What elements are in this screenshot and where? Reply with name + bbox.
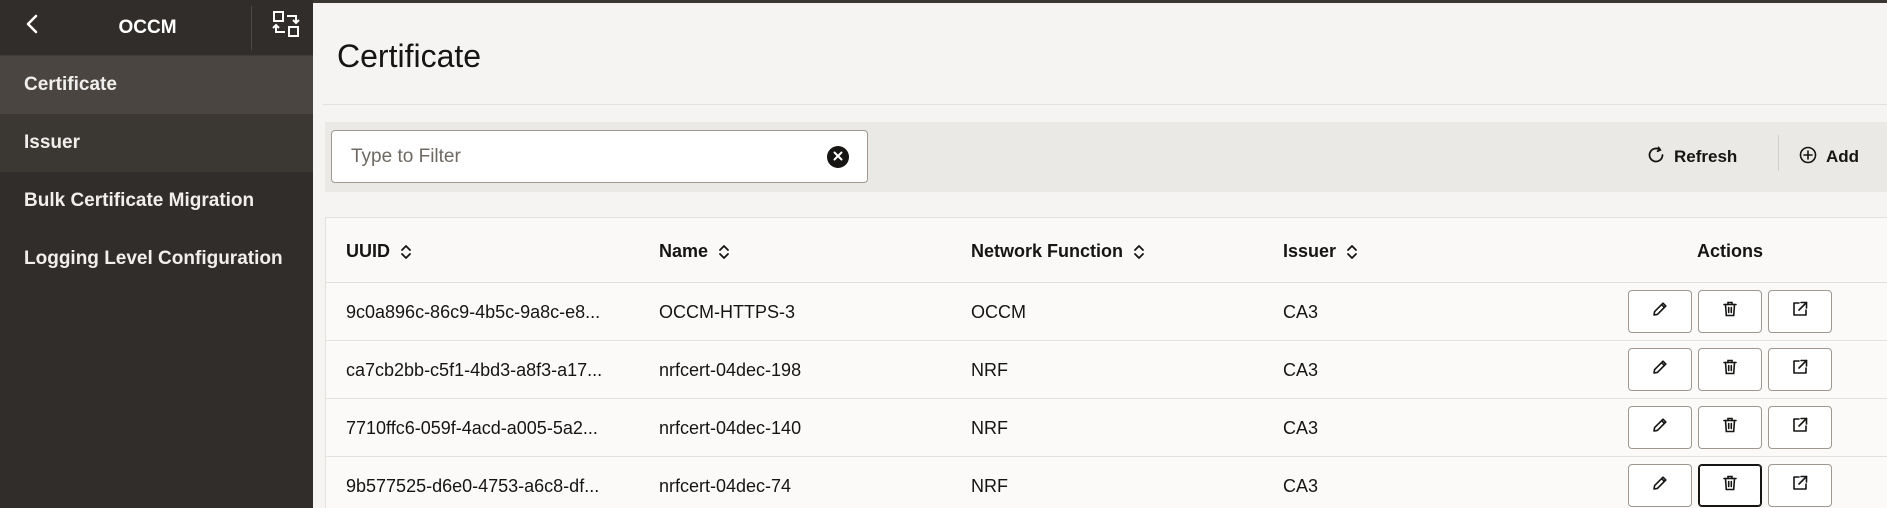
column-header-label: Network Function — [971, 241, 1123, 261]
sidebar-item-label: Logging Level Configuration — [24, 248, 283, 269]
cell-issuer: CA3 — [1283, 418, 1319, 438]
sort-icon — [1133, 243, 1145, 261]
toolbar-divider — [1778, 135, 1779, 171]
column-header-label: UUID — [346, 241, 390, 261]
cell-name: nrfcert-04dec-198 — [659, 360, 802, 380]
column-header-uuid[interactable]: UUID — [346, 241, 412, 262]
refresh-icon — [1646, 145, 1666, 170]
sidebar-nav: Certificate Issuer Bulk Certificate Migr… — [0, 56, 313, 288]
cell-name: nrfcert-04dec-140 — [659, 418, 802, 438]
pencil-icon — [1650, 473, 1670, 498]
cell-network-function: NRF — [971, 476, 1008, 496]
column-header-label: Name — [659, 241, 709, 261]
open-button[interactable] — [1768, 348, 1832, 391]
toolbar: Refresh Add — [325, 122, 1887, 192]
sidebar-item-label: Bulk Certificate Migration — [24, 190, 255, 211]
sidebar-item-logging-level-configuration[interactable]: Logging Level Configuration — [0, 230, 313, 288]
app-switcher-button[interactable] — [270, 10, 302, 42]
open-external-icon — [1790, 299, 1810, 324]
edit-button[interactable] — [1628, 348, 1692, 391]
filter-input[interactable] — [332, 131, 867, 182]
cell-issuer: CA3 — [1283, 302, 1319, 322]
cell-uuid: ca7cb2bb-c5f1-4bd3-a8f3-a17... — [346, 360, 603, 380]
column-header-network-function[interactable]: Network Function — [971, 241, 1145, 262]
back-button[interactable] — [18, 12, 46, 40]
clear-filter-button[interactable] — [827, 146, 849, 168]
add-circle-icon — [1798, 145, 1818, 170]
column-header-label: Issuer — [1283, 241, 1337, 261]
sidebar-title: OCCM — [118, 17, 177, 38]
cell-network-function: NRF — [971, 360, 1008, 380]
open-button[interactable] — [1768, 406, 1832, 449]
certificate-table: UUID Name Network Function Issuer Action… — [325, 217, 1887, 508]
table-row[interactable]: ca7cb2bb-c5f1-4bd3-a8f3-a17... nrfcert-0… — [326, 341, 1887, 399]
edit-button[interactable] — [1628, 406, 1692, 449]
chevron-left-icon — [24, 13, 40, 40]
sidebar-item-label: Issuer — [24, 132, 80, 153]
delete-button[interactable] — [1698, 464, 1762, 507]
pencil-icon — [1650, 299, 1670, 324]
open-external-icon — [1790, 357, 1810, 382]
cell-network-function: NRF — [971, 418, 1008, 438]
add-button[interactable]: Add — [1798, 140, 1859, 174]
column-header-name[interactable]: Name — [659, 241, 730, 262]
main-content: Certificate Refresh — [313, 0, 1887, 508]
open-button[interactable] — [1768, 290, 1832, 333]
sidebar-item-label: Certificate — [24, 74, 117, 95]
cell-uuid: 9b577525-d6e0-4753-a6c8-df... — [346, 476, 600, 496]
refresh-label: Refresh — [1674, 147, 1738, 166]
refresh-button[interactable]: Refresh — [1646, 140, 1737, 174]
clear-circle-icon — [833, 148, 843, 166]
trash-icon — [1720, 357, 1740, 382]
sidebar-item-certificate[interactable]: Certificate — [0, 56, 313, 114]
cell-issuer: CA3 — [1283, 476, 1319, 496]
open-external-icon — [1790, 415, 1810, 440]
table-row[interactable]: 9c0a896c-86c9-4b5c-9a8c-e8... OCCM-HTTPS… — [326, 283, 1887, 341]
column-header-actions: Actions — [1697, 241, 1763, 262]
add-label: Add — [1826, 147, 1860, 166]
edit-button[interactable] — [1628, 464, 1692, 507]
table-header: UUID Name Network Function Issuer Action… — [326, 218, 1887, 283]
app-switcher-icon — [272, 10, 300, 43]
table-row[interactable]: 9b577525-d6e0-4753-a6c8-df... nrfcert-04… — [326, 457, 1887, 508]
table-row[interactable]: 7710ffc6-059f-4acd-a005-5a2... nrfcert-0… — [326, 399, 1887, 457]
cell-uuid: 7710ffc6-059f-4acd-a005-5a2... — [346, 418, 598, 438]
sidebar-header: OCCM — [0, 0, 313, 56]
sort-icon — [718, 243, 730, 261]
title-divider — [323, 104, 1887, 105]
cell-name: OCCM-HTTPS-3 — [659, 302, 795, 322]
sidebar: OCCM Certificate Issuer Bulk Certificate… — [0, 0, 313, 508]
pencil-icon — [1650, 357, 1670, 382]
sort-icon — [400, 243, 412, 261]
cell-network-function: OCCM — [971, 302, 1026, 322]
column-header-label: Actions — [1697, 241, 1764, 261]
sidebar-item-bulk-certificate-migration[interactable]: Bulk Certificate Migration — [0, 172, 313, 230]
filter-field — [331, 130, 868, 183]
trash-icon — [1720, 415, 1740, 440]
cell-issuer: CA3 — [1283, 360, 1319, 380]
delete-button[interactable] — [1698, 348, 1762, 391]
cell-name: nrfcert-04dec-74 — [659, 476, 792, 496]
edit-button[interactable] — [1628, 290, 1692, 333]
delete-button[interactable] — [1698, 290, 1762, 333]
sidebar-header-divider — [251, 6, 252, 50]
column-header-issuer[interactable]: Issuer — [1283, 241, 1358, 262]
pencil-icon — [1650, 415, 1670, 440]
trash-icon — [1720, 473, 1740, 498]
sort-icon — [1346, 243, 1358, 261]
cell-uuid: 9c0a896c-86c9-4b5c-9a8c-e8... — [346, 302, 601, 322]
open-external-icon — [1790, 473, 1810, 498]
page-title: Certificate — [337, 38, 482, 74]
trash-icon — [1720, 299, 1740, 324]
open-button[interactable] — [1768, 464, 1832, 507]
delete-button[interactable] — [1698, 406, 1762, 449]
sidebar-item-issuer[interactable]: Issuer — [0, 114, 313, 172]
